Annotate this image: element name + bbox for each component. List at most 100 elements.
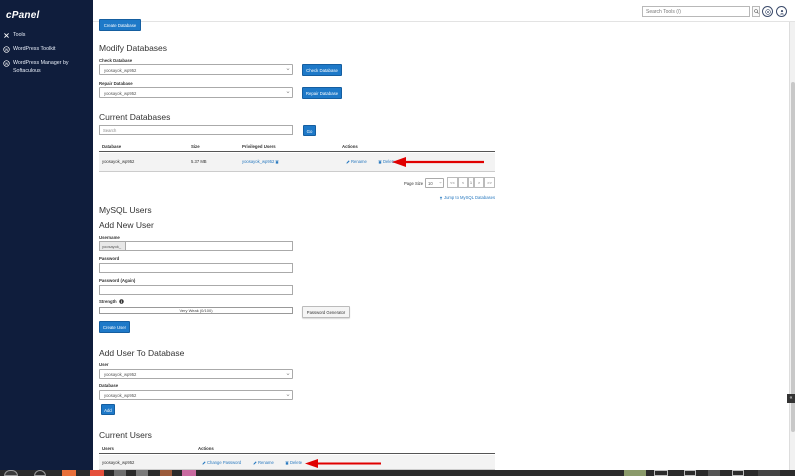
pencil-icon <box>253 460 257 465</box>
go-button[interactable]: Go <box>303 125 316 136</box>
last-page-button[interactable]: >> <box>484 177 495 188</box>
trash-icon[interactable] <box>275 160 279 164</box>
chevron-down-icon <box>286 394 290 397</box>
taskbar-app-icon[interactable] <box>90 470 104 476</box>
previous-page-button[interactable]: < <box>458 177 468 188</box>
privileged-user-label: yoosayok_wp952 <box>242 159 275 164</box>
sidebar: cPanel Tools W WordPress Toolkit W WordP… <box>0 0 93 470</box>
sidebar-item-wordpress-toolkit[interactable]: W WordPress Toolkit <box>3 45 56 53</box>
password-field[interactable] <box>99 263 293 273</box>
password-again-field[interactable] <box>99 285 293 295</box>
add-user-to-database-title: Add User To Database <box>99 348 185 358</box>
next-page-button[interactable]: > <box>474 177 484 188</box>
strength-label-text: Strength <box>99 299 117 304</box>
taskbar-app-icon[interactable] <box>62 470 76 476</box>
arrow-up-icon <box>439 195 443 200</box>
delete-user-link[interactable]: Delete <box>285 460 302 465</box>
taskbar-tray-icon[interactable] <box>684 470 696 476</box>
jump-to-mysql-databases-link[interactable]: Jump to MySQL Databases <box>439 195 495 200</box>
pagination: << < 1 > >> <box>447 177 495 188</box>
password-again-label: Password (Again) <box>99 278 136 283</box>
taskbar-clock[interactable] <box>758 470 780 476</box>
password-strength-meter: Very Weak (0/100) <box>99 307 293 314</box>
table-header-divider <box>99 151 495 152</box>
chevron-down-icon <box>286 373 290 376</box>
chevron-down-icon <box>286 68 290 71</box>
user-menu-button[interactable] <box>776 6 787 17</box>
create-database-button[interactable]: Create Database <box>99 19 141 31</box>
column-database[interactable]: Database <box>102 144 121 149</box>
info-icon[interactable] <box>118 299 124 304</box>
database-select[interactable]: yoosayok_wp952 <box>99 390 293 400</box>
chevron-down-icon <box>286 91 290 94</box>
side-panel-toggle[interactable]: « <box>787 394 795 403</box>
jump-link-label: Jump to MySQL Databases <box>444 195 496 200</box>
sidebar-item-tools[interactable]: Tools <box>3 31 25 39</box>
trash-icon <box>285 461 289 465</box>
page-scrollbar[interactable] <box>789 22 795 472</box>
column-size[interactable]: Size <box>191 144 200 149</box>
taskbar-app-icon[interactable] <box>114 470 126 476</box>
user-select-label: User <box>99 362 109 367</box>
database-search-input[interactable]: Search <box>99 125 293 135</box>
add-user-to-database-button[interactable]: Add <box>101 404 115 415</box>
search-tools-input[interactable]: Search Tools (/) <box>642 6 750 17</box>
search-icon <box>754 9 759 14</box>
database-select-value: yoosayok_wp952 <box>104 393 137 398</box>
column-privileged-users[interactable]: Privileged Users <box>242 144 276 149</box>
rename-database-link[interactable]: Rename <box>346 159 367 164</box>
sidebar-item-label: WordPress Manager by Softaculous <box>13 60 69 74</box>
page-size-value: 10 <box>428 181 433 186</box>
repair-database-button[interactable]: Repair Database <box>302 87 342 99</box>
database-select-label: Database <box>99 383 119 388</box>
username-field[interactable]: yoosayok_ <box>99 241 293 251</box>
repair-database-select[interactable]: yoosayok_wp952 <box>99 87 293 98</box>
table-row-divider <box>99 171 495 172</box>
delete-user-label: Delete <box>290 460 303 465</box>
repair-database-value: yoosayok_wp952 <box>104 91 137 96</box>
sidebar-item-wordpress-manager[interactable]: W WordPress Manager by Softaculous <box>3 59 89 75</box>
taskbar-app-icon[interactable] <box>160 470 172 476</box>
taskbar-app-icon[interactable] <box>136 470 148 476</box>
scrollbar-thumb[interactable] <box>791 82 795 432</box>
check-database-select[interactable]: yoosayok_wp952 <box>99 64 293 75</box>
repair-database-label: Repair Database <box>99 81 133 86</box>
database-name-cell: yoosayok_wp952 <box>102 159 135 164</box>
taskbar-tray-icon[interactable] <box>708 470 720 476</box>
search-button[interactable] <box>752 6 760 17</box>
check-database-value: yoosayok_wp952 <box>104 68 137 73</box>
user-icon <box>779 9 784 14</box>
main-content: Create Database Modify Databases Check D… <box>93 19 787 472</box>
page-size-label: Page Size <box>404 181 424 186</box>
page-size-select[interactable]: 10 <box>425 178 444 188</box>
database-size-cell: 5.37 MB <box>191 159 207 164</box>
cpanel-logo[interactable]: cPanel <box>6 10 39 21</box>
wordpress-icon: W <box>3 59 10 67</box>
tools-icon <box>4 32 9 38</box>
rename-label: Rename <box>351 159 367 164</box>
taskbar-tray-icon[interactable] <box>732 470 744 476</box>
check-database-label: Check Database <box>99 58 133 63</box>
privileged-user-link[interactable]: yoosayok_wp952 <box>242 159 280 164</box>
create-user-button[interactable]: Create User <box>99 321 130 333</box>
red-arrow-icon <box>305 459 381 468</box>
column-user-actions: Actions <box>198 446 214 451</box>
change-password-link[interactable]: Change Password <box>202 460 241 465</box>
taskbar-app-icon[interactable] <box>182 470 196 476</box>
taskbar-app-icon[interactable] <box>34 470 46 476</box>
column-users[interactable]: Users <box>102 446 114 451</box>
taskbar-tray-icon[interactable] <box>624 470 646 476</box>
rename-user-link[interactable]: Rename <box>253 460 274 465</box>
help-button[interactable] <box>762 6 773 17</box>
sidebar-item-label: Tools <box>13 32 26 38</box>
taskbar-tray-icon[interactable] <box>654 470 668 476</box>
password-generator-button[interactable]: Password Generator <box>302 306 350 318</box>
check-database-button[interactable]: Check Database <box>302 64 342 76</box>
user-select[interactable]: yoosayok_wp952 <box>99 369 293 379</box>
start-button-icon[interactable] <box>4 470 18 476</box>
user-select-value: yoosayok_wp952 <box>104 372 137 377</box>
first-page-button[interactable]: << <box>447 177 458 188</box>
current-users-title: Current Users <box>99 430 152 440</box>
password-label: Password <box>99 256 120 261</box>
red-arrow-icon <box>392 157 484 167</box>
